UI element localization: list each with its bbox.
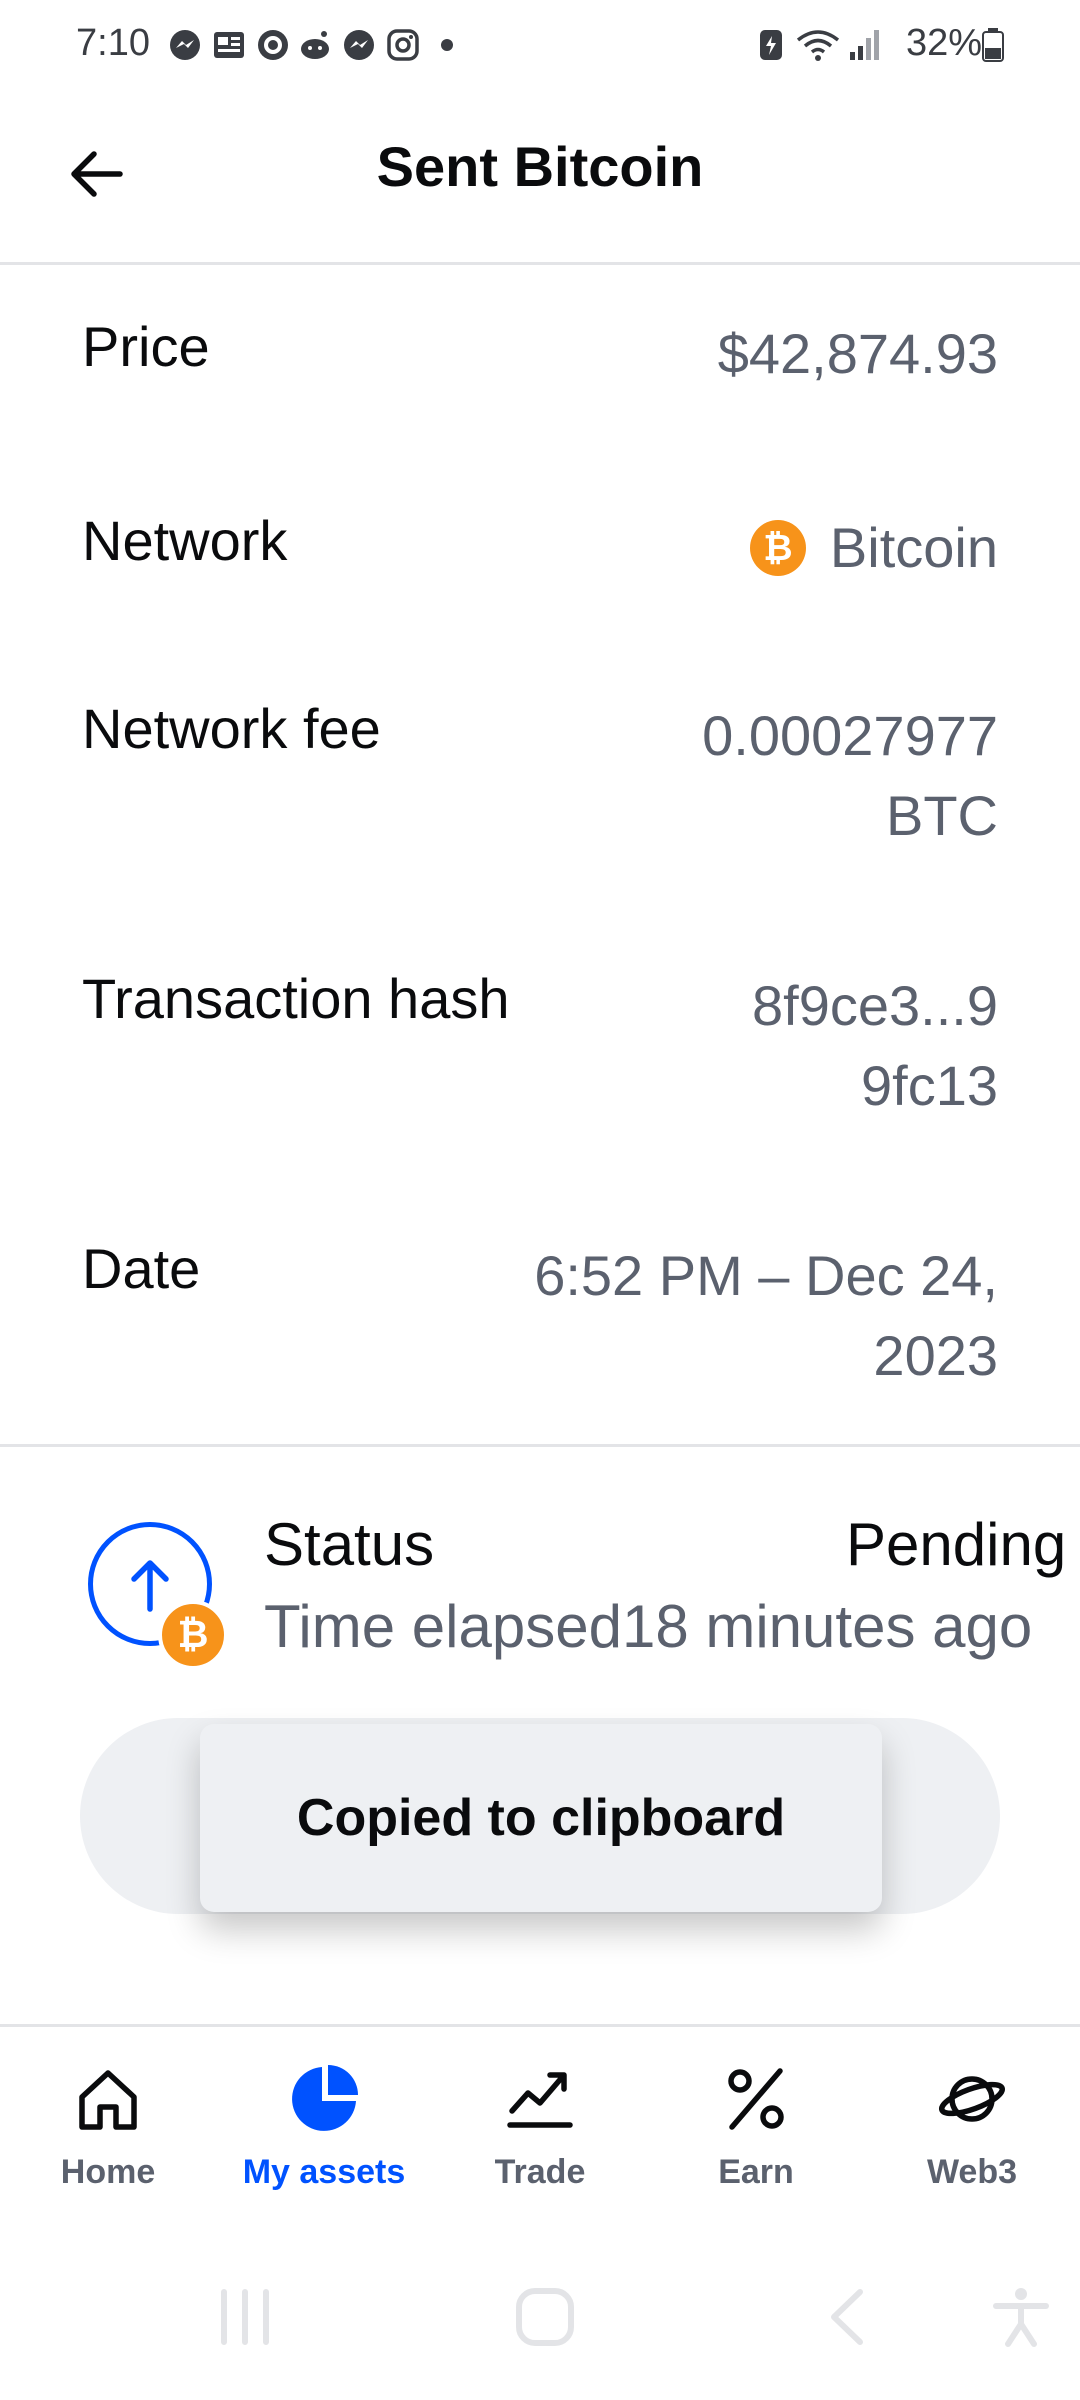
nav-web3[interactable]: Web3 — [882, 2063, 1062, 2192]
network-fee-row: Network fee 0.00027977 BTC — [82, 696, 998, 856]
planet-icon — [938, 2076, 1006, 2122]
price-value: $42,874.93 — [717, 322, 998, 385]
accessibility-icon[interactable] — [990, 2286, 1052, 2348]
home-button-icon[interactable] — [514, 2286, 576, 2348]
price-label: Price — [82, 315, 210, 378]
network-value: Bitcoin — [829, 516, 998, 579]
percent-icon — [728, 2068, 784, 2130]
messenger-icon — [344, 30, 374, 60]
status-time: 7:10 — [76, 22, 150, 64]
coinbase-icon — [258, 30, 288, 60]
status-bar: 7:10 32% — [0, 0, 1080, 96]
price-row: Price $42,874.93 — [82, 314, 998, 394]
nav-earn-label: Earn — [718, 2153, 794, 2191]
section-divider — [0, 1444, 1080, 1447]
bitcoin-icon: ₿ — [749, 520, 806, 577]
nav-earn[interactable]: Earn — [666, 2063, 846, 2192]
transaction-hash-row[interactable]: Transaction hash 8f9ce3...9 9fc13 — [82, 966, 998, 1126]
date-row: Date 6:52 PM – Dec 24, 2023 — [82, 1236, 998, 1396]
instagram-icon — [387, 29, 419, 61]
nav-trade-label: Trade — [494, 2153, 586, 2191]
page-header: Sent Bitcoin — [0, 96, 1080, 265]
home-icon — [79, 2070, 137, 2130]
trending-chart-icon — [507, 2072, 573, 2128]
nav-web3-label: Web3 — [926, 2153, 1018, 2191]
toast-message: Copied to clipboard — [200, 1724, 882, 1912]
messenger-icon — [170, 30, 200, 60]
network-row: Network ₿ Bitcoin — [82, 508, 998, 588]
date-label: Date — [82, 1237, 201, 1300]
back-nav-icon[interactable] — [818, 2286, 880, 2348]
status-label: Status — [264, 1511, 435, 1578]
signal-icon — [850, 30, 879, 60]
page-title: Sent Bitcoin — [376, 135, 704, 198]
nav-home-label: Home — [60, 2153, 156, 2191]
time-elapsed: Time elapsed18 minutes ago — [264, 1592, 1032, 1661]
bitcoin-badge-icon: ₿ — [158, 1600, 228, 1670]
battery-icon — [982, 28, 1004, 62]
nav-trade[interactable]: Trade — [450, 2063, 630, 2192]
network-fee-label: Network fee — [82, 697, 381, 760]
reddit-icon — [301, 31, 329, 59]
transaction-hash-label: Transaction hash — [82, 967, 510, 1030]
bottom-nav: Home My assets Trade Earn Web3 — [0, 2024, 1080, 2227]
time-elapsed-label: Time elapsed — [264, 1593, 622, 1660]
status-value: Pending — [846, 1511, 1067, 1578]
network-label: Network — [82, 509, 288, 572]
time-elapsed-value: 18 minutes ago — [621, 1593, 1033, 1660]
recent-apps-icon[interactable] — [214, 2286, 276, 2348]
news-icon — [214, 32, 244, 58]
nav-my-assets[interactable]: My assets — [234, 2063, 414, 2192]
battery-percent: 32% — [905, 22, 982, 64]
battery-saver-icon — [760, 30, 782, 60]
network-value-group: ₿ Bitcoin — [749, 508, 998, 588]
nav-my-assets-label: My assets — [242, 2153, 406, 2191]
network-fee-value: 0.00027977 BTC — [702, 704, 998, 847]
more-notifications-dot-icon — [441, 39, 453, 51]
transaction-hash-value[interactable]: 8f9ce3...9 9fc13 — [752, 966, 998, 1126]
wifi-icon — [796, 30, 840, 61]
pie-chart-icon — [292, 2065, 358, 2131]
date-value: 6:52 PM – Dec 24, 2023 — [534, 1244, 998, 1387]
system-nav-bar — [0, 2270, 1080, 2370]
nav-home[interactable]: Home — [18, 2063, 198, 2192]
